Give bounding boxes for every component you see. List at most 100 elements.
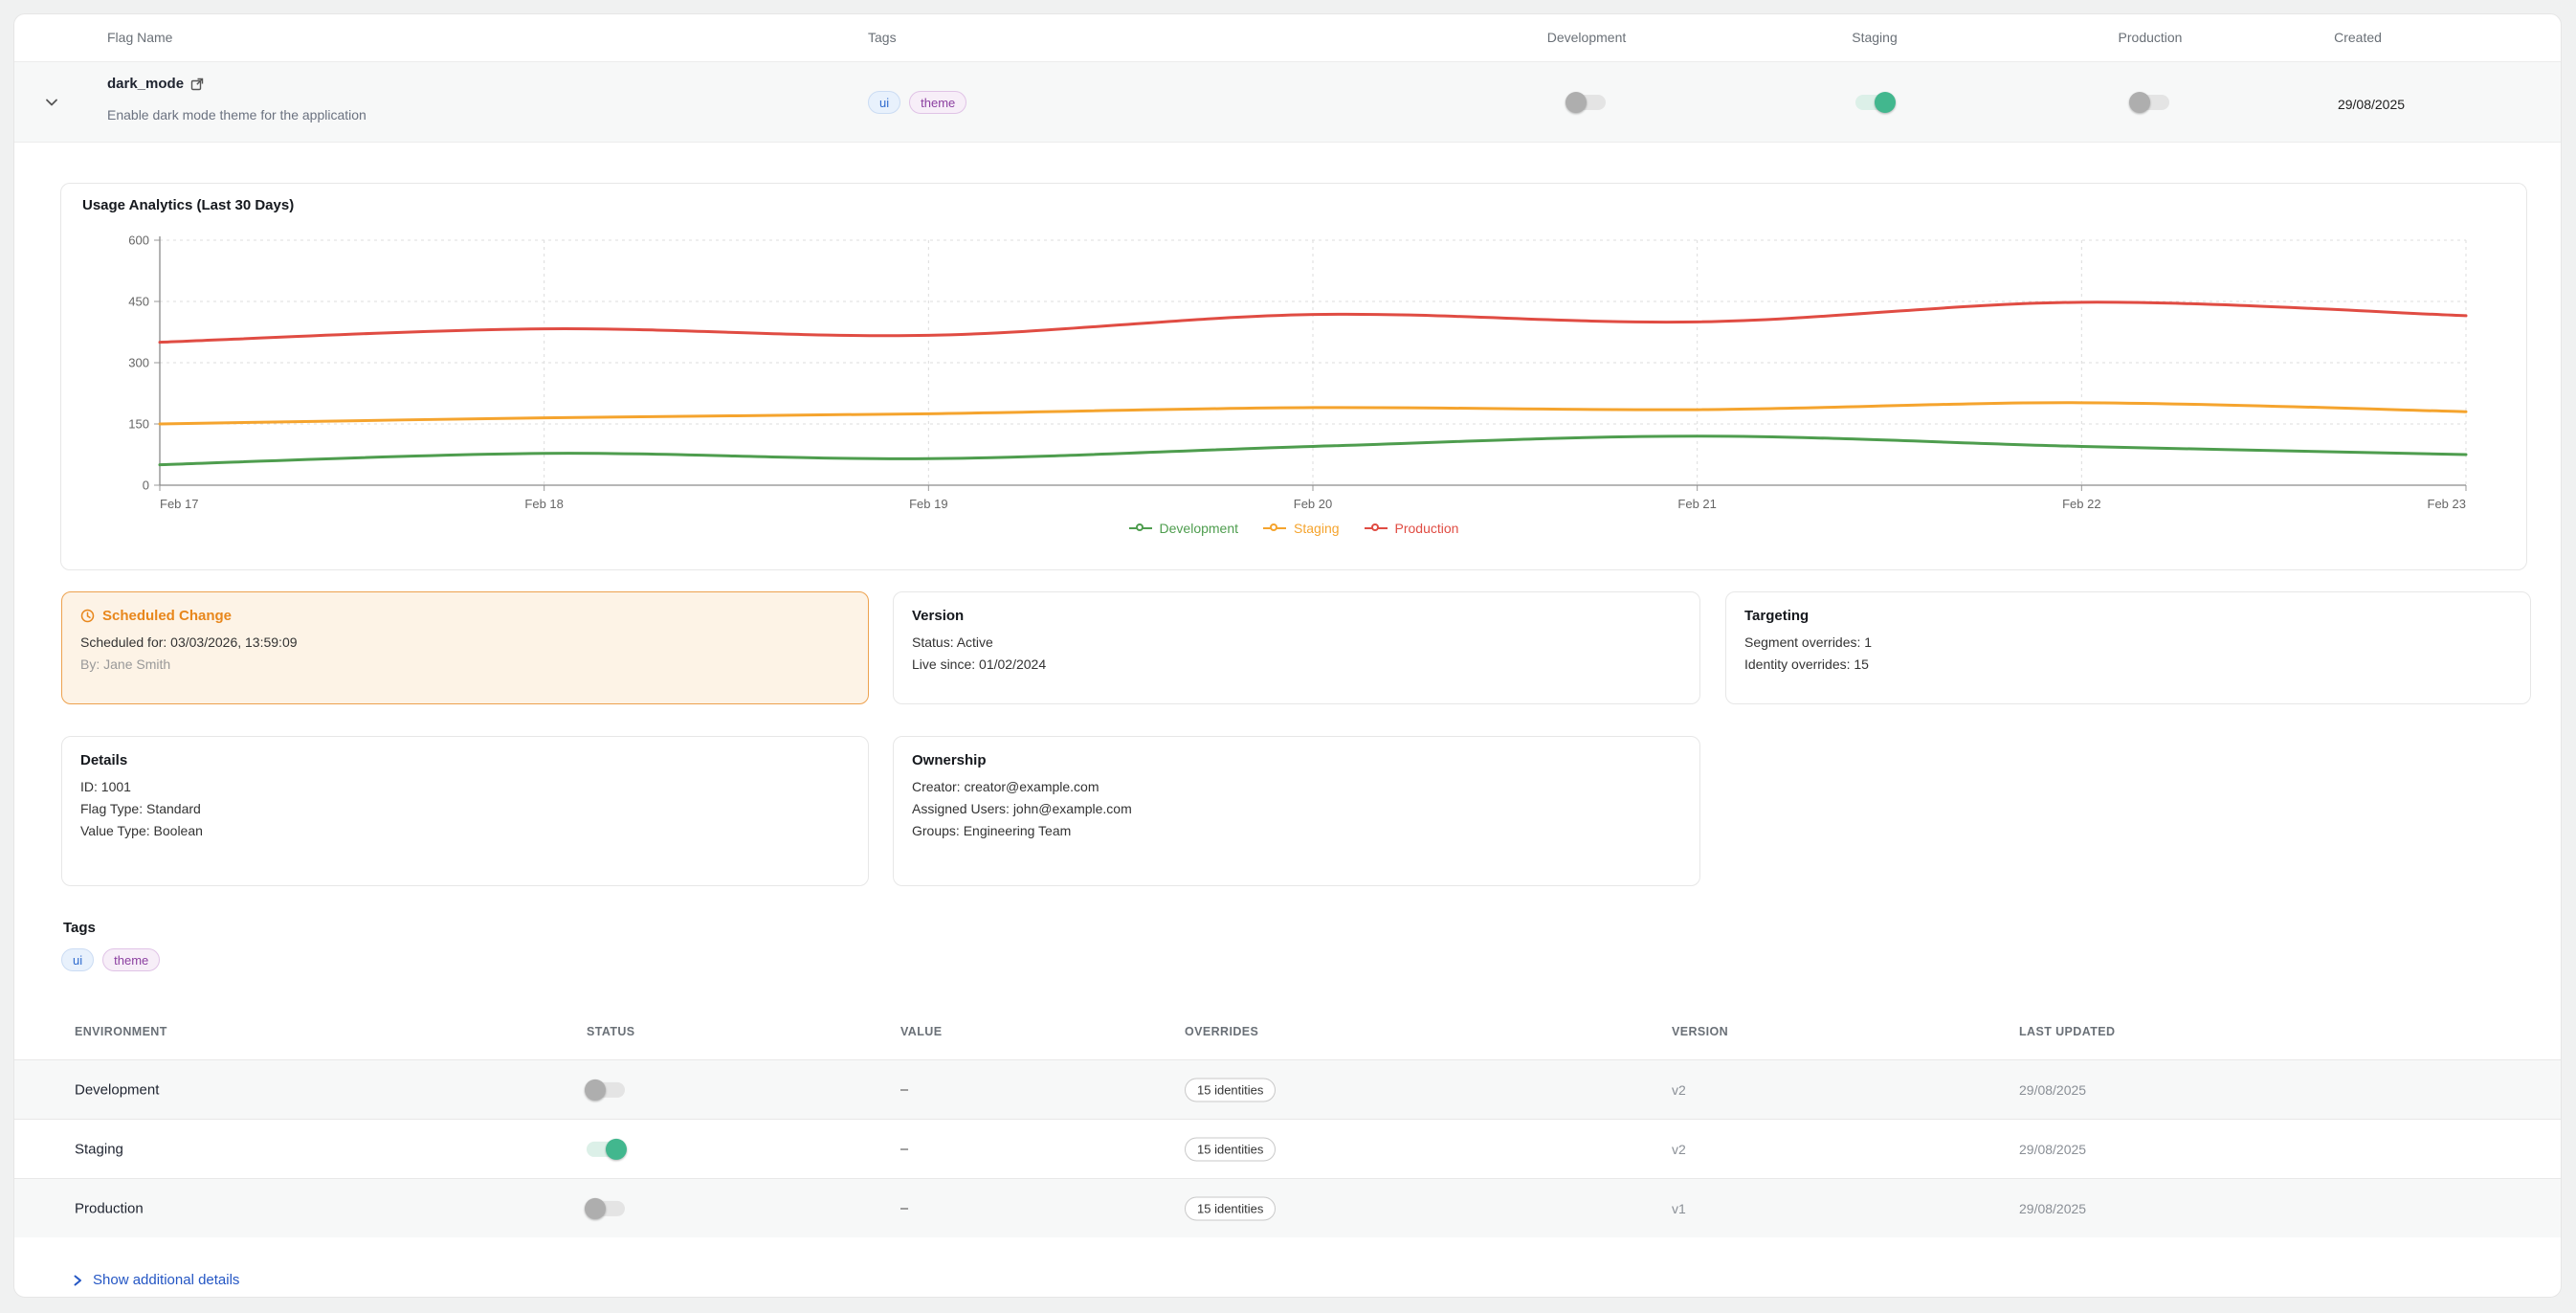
flag-row: dark_mode Enable dark mode theme for the… bbox=[14, 61, 2561, 143]
toggle-knob bbox=[585, 1079, 606, 1101]
legend-item-development[interactable]: Development bbox=[1129, 521, 1239, 536]
usage-analytics-card: Usage Analytics (Last 30 Days) 015030045… bbox=[60, 183, 2527, 570]
env-status-cell bbox=[587, 1141, 625, 1156]
legend-label: Staging bbox=[1294, 521, 1339, 536]
flag-name-link[interactable]: dark_mode bbox=[107, 76, 204, 92]
scheduled-change-card: Scheduled Change Scheduled for: 03/03/20… bbox=[61, 591, 869, 704]
env-overrides-cell: 15 identities bbox=[1185, 1137, 1276, 1161]
env-version: v2 bbox=[1672, 1082, 1686, 1098]
tags-section-title: Tags bbox=[63, 920, 96, 936]
tag-ui: ui bbox=[868, 91, 900, 114]
clock-icon bbox=[80, 609, 95, 623]
usage-analytics-chart: 0 150 300 450 600 Feb 17 Feb 18 Feb 19 Feb 20 Feb… bbox=[61, 184, 2528, 514]
env-toggle[interactable] bbox=[587, 1201, 625, 1216]
header-flag-name: Flag Name bbox=[107, 30, 172, 45]
env-header-value: VALUE bbox=[900, 1025, 942, 1038]
env-header-last-updated: LAST UPDATED bbox=[2019, 1025, 2115, 1038]
chevron-right-icon bbox=[72, 1274, 83, 1287]
y-axis-label: 450 bbox=[128, 295, 149, 309]
chart-line-staging bbox=[160, 403, 2466, 424]
x-axis-label: Feb 20 bbox=[1294, 497, 1332, 511]
env-toggle[interactable] bbox=[587, 1142, 625, 1157]
details-title: Details bbox=[80, 752, 850, 768]
segment-overrides: Segment overrides: 1 bbox=[1744, 634, 2512, 650]
env-row-production: Production – 15 identities v1 29/08/2025 bbox=[14, 1178, 2561, 1237]
legend-marker bbox=[1365, 523, 1388, 533]
header-tags: Tags bbox=[868, 30, 897, 45]
identities-button[interactable]: 15 identities bbox=[1185, 1196, 1276, 1220]
header-development: Development bbox=[1547, 30, 1627, 45]
targeting-card: Targeting Segment overrides: 1 Identity … bbox=[1725, 591, 2531, 704]
staging-toggle[interactable] bbox=[1855, 95, 1894, 110]
identities-button[interactable]: 15 identities bbox=[1185, 1137, 1276, 1161]
env-name: Staging bbox=[75, 1141, 123, 1157]
ownership-groups: Groups: Engineering Team bbox=[912, 823, 1681, 838]
tag-theme: theme bbox=[909, 91, 966, 114]
version-card: Version Status: Active Live since: 01/02… bbox=[893, 591, 1700, 704]
x-axis-label: Feb 22 bbox=[2062, 497, 2100, 511]
y-axis-label: 300 bbox=[128, 356, 149, 370]
env-header-status: STATUS bbox=[587, 1025, 635, 1038]
chart-legend: Development Staging Production bbox=[61, 521, 2526, 536]
env-header-overrides: OVERRIDES bbox=[1185, 1025, 1258, 1038]
toggle-knob bbox=[606, 1139, 627, 1160]
toggle-knob bbox=[1875, 92, 1896, 113]
header-staging: Staging bbox=[1852, 30, 1897, 45]
x-axis-label: Feb 18 bbox=[524, 497, 563, 511]
y-axis-label: 150 bbox=[128, 417, 149, 432]
chevron-down-icon[interactable] bbox=[43, 94, 60, 111]
tag-ui: ui bbox=[61, 948, 94, 971]
ownership-creator: Creator: creator@example.com bbox=[912, 779, 1681, 794]
toggle-knob bbox=[2129, 92, 2150, 113]
legend-item-production[interactable]: Production bbox=[1365, 521, 1459, 536]
env-row-development: Development – 15 identities v2 29/08/202… bbox=[14, 1059, 2561, 1119]
env-toggle[interactable] bbox=[587, 1082, 625, 1098]
version-status: Status: Active bbox=[912, 634, 1681, 650]
env-value: – bbox=[900, 1082, 908, 1098]
development-toggle[interactable] bbox=[1567, 95, 1606, 110]
legend-item-staging[interactable]: Staging bbox=[1263, 521, 1339, 536]
env-overrides-cell: 15 identities bbox=[1185, 1078, 1276, 1102]
flag-detail-panel: Flag Name Tags Development Staging Produ… bbox=[13, 13, 2562, 1298]
x-axis-label: Feb 23 bbox=[2428, 497, 2466, 511]
y-axis-label: 0 bbox=[143, 478, 149, 493]
created-date: 29/08/2025 bbox=[2338, 97, 2405, 112]
scheduled-change-title: Scheduled Change bbox=[80, 608, 850, 624]
show-additional-details-link[interactable]: Show additional details bbox=[72, 1272, 239, 1288]
legend-label: Development bbox=[1160, 521, 1239, 536]
version-title: Version bbox=[912, 608, 1681, 624]
x-axis-label: Feb 19 bbox=[909, 497, 947, 511]
env-name: Production bbox=[75, 1200, 144, 1216]
env-version: v2 bbox=[1672, 1142, 1686, 1157]
env-header-version: VERSION bbox=[1672, 1025, 1728, 1038]
flag-tags: ui theme bbox=[868, 91, 966, 114]
ownership-card: Ownership Creator: creator@example.com A… bbox=[893, 736, 1700, 886]
scheduled-by: By: Jane Smith bbox=[80, 656, 850, 672]
version-live-since: Live since: 01/02/2024 bbox=[912, 656, 1681, 672]
env-status-cell bbox=[587, 1200, 625, 1215]
production-toggle[interactable] bbox=[2131, 95, 2169, 110]
ownership-title: Ownership bbox=[912, 752, 1681, 768]
legend-marker bbox=[1129, 523, 1152, 533]
identities-button[interactable]: 15 identities bbox=[1185, 1078, 1276, 1102]
external-link-icon bbox=[190, 78, 204, 91]
y-axis-label: 600 bbox=[128, 234, 149, 248]
details-id: ID: 1001 bbox=[80, 779, 850, 794]
scheduled-change-label: Scheduled Change bbox=[102, 608, 232, 624]
x-axis-label: Feb 21 bbox=[1677, 497, 1716, 511]
show-additional-details-label: Show additional details bbox=[93, 1272, 239, 1288]
details-card: Details ID: 1001 Flag Type: Standard Val… bbox=[61, 736, 869, 886]
toggle-knob bbox=[1566, 92, 1587, 113]
legend-label: Production bbox=[1395, 521, 1459, 536]
details-flag-type: Flag Type: Standard bbox=[80, 801, 850, 816]
env-last-updated: 29/08/2025 bbox=[2019, 1142, 2086, 1157]
tag-theme: theme bbox=[102, 948, 160, 971]
targeting-title: Targeting bbox=[1744, 608, 2512, 624]
header-created: Created bbox=[2334, 30, 2382, 45]
legend-marker bbox=[1263, 523, 1286, 533]
env-header-environment: ENVIRONMENT bbox=[75, 1025, 167, 1038]
flag-description: Enable dark mode theme for the applicati… bbox=[107, 107, 366, 122]
x-axis-label: Feb 17 bbox=[160, 497, 198, 511]
env-value: – bbox=[900, 1142, 908, 1157]
env-last-updated: 29/08/2025 bbox=[2019, 1082, 2086, 1098]
